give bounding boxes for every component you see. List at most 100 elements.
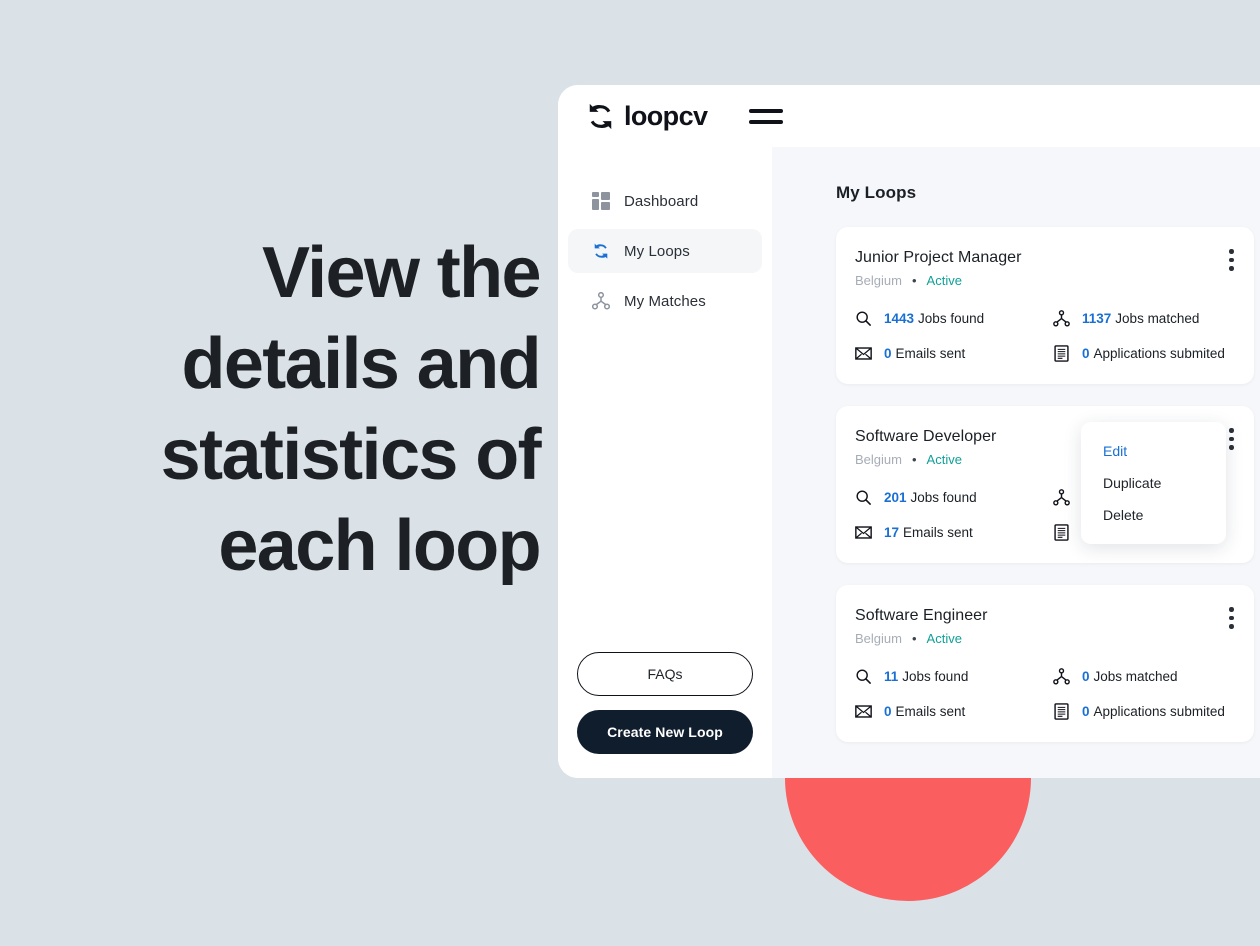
status-badge: Active <box>926 452 962 467</box>
loop-card-menu-button[interactable] <box>1229 249 1234 271</box>
app-body: Dashboard My Loops My Matches FAQs Creat… <box>558 147 1260 778</box>
stat-label: Applications submited <box>1093 346 1225 361</box>
loop-card-stats: 11 Jobs found 0 Jobs matched 0 Emails se… <box>855 668 1254 720</box>
loop-refresh-icon <box>594 243 608 259</box>
stat-value: 201 <box>884 490 907 505</box>
stat-label: Jobs found <box>918 311 985 326</box>
envelope-icon <box>855 705 872 718</box>
more-vertical-icon-dot <box>1229 257 1234 262</box>
envelope-icon <box>855 526 872 539</box>
more-vertical-icon-dot <box>1229 266 1234 271</box>
loop-card-subtitle: Belgium • Active <box>855 273 1254 288</box>
loop-card-location: Belgium <box>855 631 902 646</box>
menu-item-edit[interactable]: Edit <box>1081 435 1226 467</box>
stat-value: 1137 <box>1082 311 1112 326</box>
headline-line-4: each loop <box>218 506 541 586</box>
stat-text: 0 Emails sent <box>884 704 965 719</box>
status-badge: Active <box>926 631 962 646</box>
more-vertical-icon-dot <box>1229 428 1234 433</box>
stat-label: Jobs matched <box>1115 311 1200 326</box>
app-window: loopcv Dashboard My Loops My Matches FAQ… <box>558 85 1260 778</box>
stat-text: 17 Emails sent <box>884 525 973 540</box>
more-vertical-icon-dot <box>1229 607 1234 612</box>
brand-name: loopcv <box>624 100 708 131</box>
search-icon <box>856 490 871 505</box>
headline-line-1: View the <box>262 233 542 313</box>
sidebar-item-my-matches[interactable]: My Matches <box>568 279 762 323</box>
stat-emails-sent: 0 Emails sent <box>855 345 1053 362</box>
stat-label: Jobs matched <box>1093 669 1178 684</box>
stat-value: 1443 <box>884 311 915 326</box>
stat-jobs-found: 201 Jobs found <box>855 489 1053 506</box>
brand-logo-link[interactable]: loopcv <box>586 100 708 132</box>
separator-dot: • <box>911 273 917 288</box>
sidebar-item-label: Dashboard <box>624 192 699 210</box>
more-vertical-icon-dot <box>1229 445 1234 450</box>
share-network-icon <box>1053 668 1070 685</box>
stat-applications-submitted: 0 Applications submited <box>1053 703 1254 720</box>
sidebar-nav: Dashboard My Loops My Matches <box>558 179 772 323</box>
stat-jobs-found: 11 Jobs found <box>855 668 1053 685</box>
decorative-red-semicircle <box>785 778 1031 901</box>
loop-refresh-icon <box>589 103 612 129</box>
stat-jobs-matched: 1137 Jobs matched <box>1053 310 1254 327</box>
hamburger-bar <box>749 108 784 113</box>
stat-text: 1443 Jobs found <box>884 311 984 326</box>
headline-line-3: statistics of <box>160 415 542 495</box>
stat-text: 0 Applications submited <box>1082 346 1225 361</box>
page-title: My Loops <box>836 183 917 202</box>
loop-card-menu-button[interactable] <box>1229 607 1234 629</box>
stat-emails-sent: 0 Emails sent <box>855 703 1053 720</box>
share-network-icon <box>592 292 610 310</box>
separator-dot: • <box>911 452 917 467</box>
hamburger-icon[interactable] <box>749 106 784 126</box>
sidebar-item-label: My Matches <box>624 292 706 310</box>
menu-item-duplicate[interactable]: Duplicate <box>1081 467 1226 499</box>
grid-dashboard-icon <box>592 192 610 210</box>
sidebar-item-my-loops[interactable]: My Loops <box>568 229 762 273</box>
stat-applications-submitted: 0 Applications submited <box>1053 345 1254 362</box>
status-badge: Active <box>926 273 962 288</box>
sidebar-item-label: My Loops <box>624 242 690 260</box>
stat-jobs-found: 1443 Jobs found <box>855 310 1053 327</box>
stat-label: Emails sent <box>895 704 966 719</box>
loop-card-location: Belgium <box>855 452 902 467</box>
promo-headline: View the details and statistics of each … <box>60 228 542 592</box>
stat-text: 0 Jobs matched <box>1082 669 1178 684</box>
more-vertical-icon-dot <box>1229 249 1234 254</box>
menu-item-delete[interactable]: Delete <box>1081 499 1226 531</box>
loop-card-context-menu: Edit Duplicate Delete <box>1081 422 1226 544</box>
hamburger-bar <box>749 119 784 124</box>
stat-value: 11 <box>884 669 899 684</box>
separator-dot: • <box>911 631 917 646</box>
stat-text: 201 Jobs found <box>884 490 977 505</box>
loop-card-title: Software Engineer <box>855 607 988 624</box>
envelope-icon <box>855 347 872 360</box>
loop-card[interactable]: Software Engineer Belgium • Active 11 Job <box>836 585 1254 742</box>
sidebar-actions: FAQs Create New Loop <box>558 652 772 754</box>
app-topbar: loopcv <box>558 85 1260 147</box>
sidebar-item-dashboard[interactable]: Dashboard <box>568 179 762 223</box>
stat-label: Jobs found <box>910 490 977 505</box>
loop-card-menu-button[interactable] <box>1229 428 1234 450</box>
stat-label: Jobs found <box>902 669 969 684</box>
loop-card-location: Belgium <box>855 273 902 288</box>
stat-value: 0 <box>884 346 892 361</box>
more-vertical-icon-dot <box>1229 436 1234 441</box>
create-new-loop-button[interactable]: Create New Loop <box>577 710 753 754</box>
document-icon <box>1054 345 1069 362</box>
share-network-icon <box>1053 310 1070 327</box>
stat-text: 1137 Jobs matched <box>1082 311 1199 326</box>
loop-card[interactable]: Software Developer Belgium • Active 201 J <box>836 406 1254 563</box>
loop-card[interactable]: Junior Project Manager Belgium • Active <box>836 227 1254 384</box>
loop-card-title: Junior Project Manager <box>855 249 1022 266</box>
stat-value: 0 <box>1082 704 1090 719</box>
stat-text: 0 Applications submited <box>1082 704 1225 719</box>
sidebar: Dashboard My Loops My Matches FAQs Creat… <box>558 147 772 778</box>
faqs-button[interactable]: FAQs <box>577 652 753 696</box>
search-icon <box>856 311 871 326</box>
stat-text: 0 Emails sent <box>884 346 965 361</box>
loop-card-list: Junior Project Manager Belgium • Active <box>836 227 1260 742</box>
stat-emails-sent: 17 Emails sent <box>855 524 1053 541</box>
